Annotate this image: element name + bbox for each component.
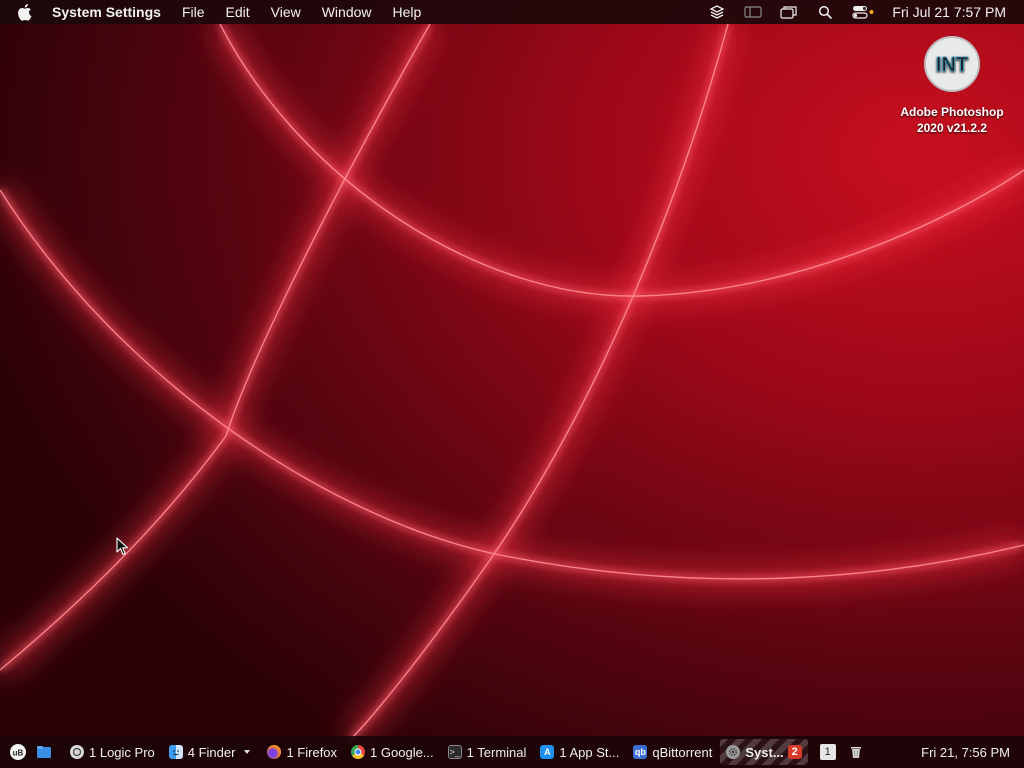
- desktop-icon-label-line2: 2020 v21.2.2: [916, 121, 988, 135]
- taskbar-item-label: 1 App St...: [559, 744, 620, 760]
- taskbar-item-finder[interactable]: 4 Finder: [163, 739, 260, 765]
- taskbar: uB 1 Logic Pro 4 Finder 1 Firefox 1 Goog…: [0, 736, 1024, 768]
- desktop-icon-label-line1: Adobe Photoshop: [900, 105, 1004, 119]
- menu-bar: System Settings File Edit View Window He…: [0, 0, 1024, 24]
- chevron-down-icon[interactable]: [241, 747, 253, 757]
- chrome-icon: [351, 745, 366, 759]
- int-logo-icon: INT: [924, 36, 980, 92]
- menu-file[interactable]: File: [182, 4, 205, 20]
- taskbar-item-label: 1 Google...: [370, 744, 434, 760]
- wallpaper: [0, 0, 1024, 768]
- menu-help[interactable]: Help: [393, 4, 422, 20]
- menu-edit[interactable]: Edit: [226, 4, 250, 20]
- active-app-name[interactable]: System Settings: [52, 4, 161, 20]
- finder-icon: [168, 745, 183, 759]
- firefox-icon: [267, 745, 282, 759]
- taskbar-item-label: Syst...: [745, 744, 784, 760]
- trash-icon[interactable]: [846, 742, 866, 762]
- taskbar-item-label: qBittorrent: [652, 744, 713, 760]
- taskbar-item-google-chrome[interactable]: 1 Google...: [345, 739, 440, 765]
- system-settings-icon: [726, 745, 741, 759]
- search-icon[interactable]: [816, 4, 834, 20]
- logic-pro-icon: [70, 745, 84, 759]
- taskbar-clock[interactable]: Fri 21, 7:56 PM: [921, 745, 1010, 760]
- logo-text: INT: [936, 54, 968, 76]
- taskbar-item-label: 1 Terminal: [466, 744, 527, 760]
- taskbar-item-qbittorrent[interactable]: qb qBittorrent: [627, 739, 718, 765]
- control-center-icon[interactable]: [852, 4, 874, 20]
- terminal-icon: >_: [447, 745, 462, 759]
- menu-window[interactable]: Window: [322, 4, 372, 20]
- workspace-indicator[interactable]: 1: [819, 744, 836, 760]
- taskbar-item-terminal[interactable]: >_ 1 Terminal: [442, 739, 533, 765]
- sidebar-icon[interactable]: [744, 4, 762, 20]
- folder-icon[interactable]: [34, 742, 54, 762]
- taskbar-item-label: 1 Firefox: [286, 744, 338, 760]
- mouse-cursor-icon: [116, 537, 129, 556]
- svg-text:uB: uB: [13, 749, 24, 758]
- ublock-icon[interactable]: uB: [8, 742, 28, 762]
- desktop: System Settings File Edit View Window He…: [0, 0, 1024, 768]
- taskbar-item-firefox[interactable]: 1 Firefox: [261, 739, 343, 765]
- menu-view[interactable]: View: [271, 4, 301, 20]
- menu-bar-clock[interactable]: Fri Jul 21 7:57 PM: [892, 4, 1006, 20]
- windows-icon[interactable]: [780, 4, 798, 20]
- taskbar-item-app-store[interactable]: A 1 App St...: [534, 739, 625, 765]
- layers-icon[interactable]: [708, 4, 726, 20]
- notification-badge: 2: [787, 745, 802, 759]
- desktop-icon-photoshop-installer[interactable]: INT Adobe Photoshop 2020 v21.2.2: [890, 36, 1014, 136]
- taskbar-item-label: 4 Finder: [187, 744, 236, 760]
- taskbar-item-label: 1 Logic Pro: [89, 744, 155, 760]
- taskbar-item-logic-pro[interactable]: 1 Logic Pro: [64, 739, 161, 765]
- menu-bar-extras: Fri Jul 21 7:57 PM: [708, 0, 1024, 24]
- app-store-icon: A: [540, 745, 555, 759]
- qbittorrent-icon: qb: [633, 745, 648, 759]
- apple-menu-icon[interactable]: [18, 3, 34, 21]
- taskbar-item-system-settings[interactable]: Syst... 2: [720, 739, 808, 765]
